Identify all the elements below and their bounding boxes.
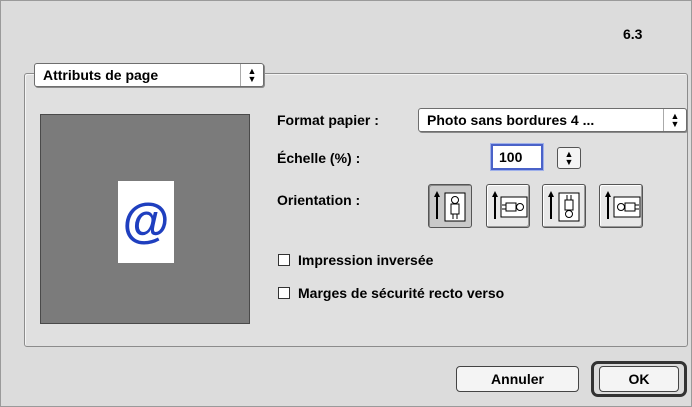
popup-arrows-icon: ▲ ▼ xyxy=(240,64,263,86)
cancel-button[interactable]: Annuler xyxy=(456,366,579,392)
orientation-reverse-portrait-button[interactable] xyxy=(542,184,586,228)
at-sign-icon: @ xyxy=(122,195,170,248)
landscape-person-icon xyxy=(492,191,528,219)
invert-print-label: Impression inversée xyxy=(298,252,434,268)
default-button-ring: OK xyxy=(591,361,687,397)
invert-print-checkbox[interactable] xyxy=(278,254,290,266)
settings-popup[interactable]: Attributs de page ▲ ▼ xyxy=(34,63,264,87)
orientation-label: Orientation : xyxy=(277,192,361,208)
stepper-arrows-icon: ▲ ▼ xyxy=(564,149,574,167)
page-setup-dialog: 6.3 Attributs de page ▲ ▼ @ Format papier… xyxy=(0,0,692,407)
paper-format-label: Format papier : xyxy=(277,112,379,128)
duplex-margins-checkbox[interactable] xyxy=(278,287,290,299)
ok-button[interactable]: OK xyxy=(599,366,679,392)
orientation-landscape-button[interactable] xyxy=(486,184,530,228)
orientation-portrait-button[interactable] xyxy=(428,184,472,228)
portrait-person-icon xyxy=(434,191,466,222)
reverse-landscape-person-icon xyxy=(605,191,641,219)
reverse-portrait-person-icon xyxy=(548,191,580,222)
scale-input[interactable]: 100 xyxy=(491,144,543,170)
paper-format-popup[interactable]: Photo sans bordures 4 ... ▲ ▼ xyxy=(418,108,687,132)
paper-format-value: Photo sans bordures 4 ... xyxy=(427,112,595,128)
version-label: 6.3 xyxy=(623,26,643,42)
duplex-margins-option[interactable]: Marges de sécurité recto verso xyxy=(278,285,504,301)
page-preview: @ xyxy=(40,114,250,324)
invert-print-option[interactable]: Impression inversée xyxy=(278,252,433,268)
settings-popup-value: Attributs de page xyxy=(43,67,159,83)
popup-arrows-icon: ▲ ▼ xyxy=(663,109,686,131)
duplex-margins-label: Marges de sécurité recto verso xyxy=(298,285,505,301)
orientation-reverse-landscape-button[interactable] xyxy=(599,184,643,228)
preview-paper: @ xyxy=(118,181,174,263)
scale-stepper[interactable]: ▲ ▼ xyxy=(557,147,581,169)
scale-label: Échelle (%) : xyxy=(277,150,361,166)
